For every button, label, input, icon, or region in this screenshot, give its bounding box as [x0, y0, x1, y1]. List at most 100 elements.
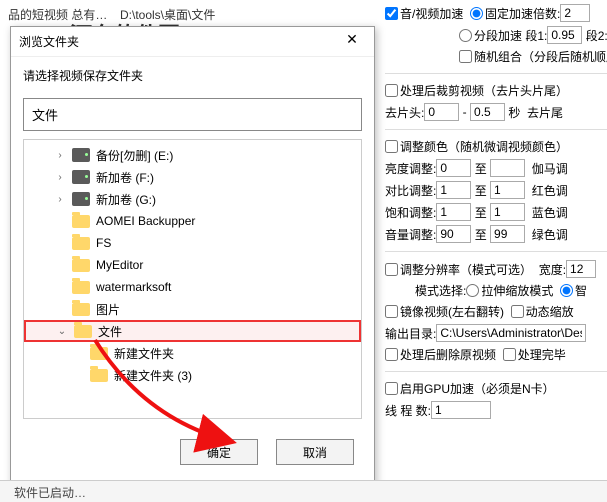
dialog-prompt: 请选择视频保存文件夹 [11, 57, 374, 90]
tail-input[interactable] [470, 103, 505, 121]
vol-in1[interactable] [436, 225, 471, 243]
tree-item-label: AOMEI Backupper [96, 214, 195, 228]
tree-item[interactable]: 新建文件夹 [24, 342, 361, 364]
folder-icon [72, 237, 90, 250]
accel-checkbox[interactable] [385, 7, 398, 20]
path-display[interactable]: 文件 [23, 98, 362, 131]
folder-icon [90, 347, 108, 360]
folder-icon [74, 325, 92, 338]
contrast-in1[interactable] [436, 181, 471, 199]
drive-icon [72, 192, 90, 206]
tree-item[interactable]: FS [24, 232, 361, 254]
dialog-title: 浏览文件夹 [19, 33, 79, 50]
mirror-label: 镜像视频(左右翻转) [400, 303, 504, 320]
sec-label: 秒 [508, 104, 520, 121]
tail-btn-label: 去片尾 [527, 104, 563, 121]
mode-smart-radio[interactable] [560, 284, 573, 297]
rand-combo-label: 随机组合（分段后随机顺序重组） [474, 48, 607, 65]
settings-panel: 音/视频加速 固定加速倍数: 分段加速 段1: 段2: 随机组合（分段后随机顺序… [385, 0, 607, 502]
tree-item[interactable]: 图片 [24, 298, 361, 320]
drive-icon [72, 148, 90, 162]
seg-accel-radio[interactable] [459, 29, 472, 42]
chevron-icon: › [54, 194, 66, 205]
chevron-icon: ⌄ [56, 326, 68, 337]
folder-icon [72, 215, 90, 228]
head-input[interactable] [424, 103, 459, 121]
tree-item[interactable]: watermarksoft [24, 276, 361, 298]
tree-item[interactable]: AOMEI Backupper [24, 210, 361, 232]
brightness-in2[interactable] [490, 159, 525, 177]
out-dir-input[interactable] [436, 324, 586, 342]
browse-folder-dialog: 浏览文件夹 ✕ 请选择视频保存文件夹 文件 › 备份[勿删] (E:) › 新加卷 (… [10, 26, 375, 486]
fixed-accel-radio[interactable] [470, 7, 483, 20]
fixed-accel-label: 固定加速倍数: [485, 5, 560, 22]
chevron-icon: › [54, 150, 66, 161]
seg1-input[interactable] [547, 26, 582, 44]
tree-item-label: 图片 [96, 301, 120, 318]
width-input[interactable] [566, 260, 596, 278]
tree-item-label: 新加卷 (F:) [96, 169, 154, 186]
gamma-label: 伽马调 [532, 160, 568, 177]
sat-in1[interactable] [436, 203, 471, 221]
tree-item-label: 新建文件夹 (3) [114, 367, 192, 384]
tree-item[interactable]: › 新加卷 (F:) [24, 166, 361, 188]
adjust-color-checkbox[interactable] [385, 140, 398, 153]
dyn-scale-checkbox[interactable] [511, 305, 524, 318]
cancel-button[interactable]: 取消 [276, 439, 354, 465]
fixed-accel-input[interactable] [560, 4, 590, 22]
tree-item-label: 新建文件夹 [114, 345, 174, 362]
tree-item[interactable]: 新建文件夹 (3) [24, 364, 361, 386]
mode-sel-label: 模式选择: [415, 282, 466, 299]
mode-smart-label: 智 [575, 282, 587, 299]
del-src-checkbox[interactable] [385, 348, 398, 361]
tree-item[interactable]: › 备份[勿删] (E:) [24, 144, 361, 166]
drive-icon [72, 170, 90, 184]
gpu-label: 启用GPU加速（必须是N卡） [400, 380, 555, 397]
tree-item[interactable]: MyEditor [24, 254, 361, 276]
sat-in2[interactable] [490, 203, 525, 221]
tree-item-label: 新加卷 (G:) [96, 191, 156, 208]
close-icon: ✕ [346, 31, 358, 47]
dyn-scale-label: 动态缩放 [526, 303, 574, 320]
adjust-color-label: 调整颜色（随机微调视频颜色） [400, 138, 568, 155]
mode-stretch-radio[interactable] [466, 284, 479, 297]
close-button[interactable]: ✕ [338, 31, 366, 53]
width-label: 宽度: [539, 261, 566, 278]
ok-button[interactable]: 确定 [180, 439, 258, 465]
tree-item[interactable]: ⌄ 文件 [24, 320, 361, 342]
tree-item-label: FS [96, 236, 111, 250]
tree-item-label: MyEditor [96, 258, 143, 272]
folder-icon [72, 259, 90, 272]
trim-label: 处理后裁剪视频（去片头片尾） [400, 82, 568, 99]
mirror-checkbox[interactable] [385, 305, 398, 318]
folder-icon [72, 303, 90, 316]
tree-item-label: 备份[勿删] (E:) [96, 147, 173, 164]
sat-label: 饱和调整: [385, 204, 436, 221]
gpu-checkbox[interactable] [385, 382, 398, 395]
adjust-res-checkbox[interactable] [385, 263, 398, 276]
tree-item-label: 文件 [98, 323, 122, 340]
head-label: 去片头: [385, 104, 424, 121]
seg-accel-label: 分段加速 [474, 27, 522, 44]
red-label: 红色调 [532, 182, 568, 199]
trim-checkbox[interactable] [385, 84, 398, 97]
seg1-label: 段1: [525, 27, 547, 44]
threads-input[interactable] [431, 401, 491, 419]
seg2-label: 段2: [586, 27, 607, 44]
contrast-in2[interactable] [490, 181, 525, 199]
chevron-icon: › [54, 172, 66, 183]
vol-in2[interactable] [490, 225, 525, 243]
threads-label: 线 程 数: [385, 402, 431, 419]
status-bar: 软件已启动… [0, 480, 607, 502]
out-dir-label: 输出目录: [385, 325, 436, 342]
vol-label: 音量调整: [385, 226, 436, 243]
del-src-label: 处理后删除原视频 [400, 346, 496, 363]
contrast-label: 对比调整: [385, 182, 436, 199]
done-checkbox[interactable] [503, 348, 516, 361]
accel-label: 音/视频加速 [400, 5, 463, 22]
done-label: 处理完毕 [518, 346, 566, 363]
rand-combo-checkbox[interactable] [459, 50, 472, 63]
brightness-in1[interactable] [436, 159, 471, 177]
tree-item[interactable]: › 新加卷 (G:) [24, 188, 361, 210]
folder-tree[interactable]: › 备份[勿删] (E:) › 新加卷 (F:) › 新加卷 (G:) AOMEI Back… [23, 139, 362, 419]
